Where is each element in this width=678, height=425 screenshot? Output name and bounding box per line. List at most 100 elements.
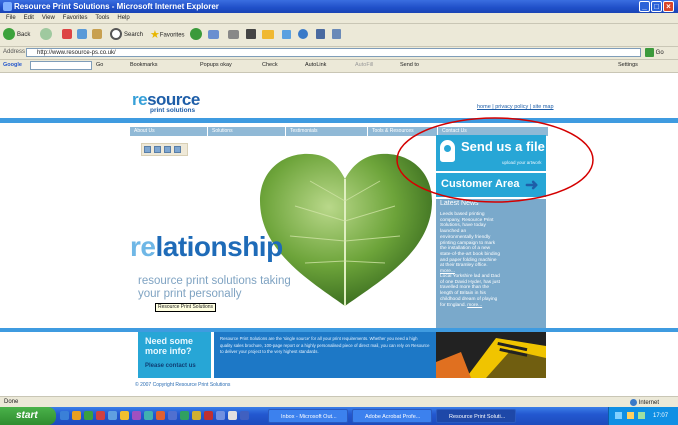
status-zone: Internet bbox=[630, 399, 659, 406]
print-icon[interactable] bbox=[154, 146, 161, 153]
google-settings[interactable]: Settings bbox=[618, 62, 638, 68]
quicklaunch-icon[interactable] bbox=[72, 411, 81, 420]
home-button[interactable] bbox=[92, 28, 104, 42]
quicklaunch-icon[interactable] bbox=[120, 411, 129, 420]
quicklaunch-icon[interactable] bbox=[180, 411, 189, 420]
google-popups[interactable]: Popups okay bbox=[200, 62, 232, 68]
quicklaunch-icon[interactable] bbox=[84, 411, 93, 420]
discuss-button[interactable] bbox=[262, 28, 276, 42]
forward-arrow-icon bbox=[40, 28, 52, 41]
bookmark-icon[interactable] bbox=[174, 146, 181, 153]
save-icon[interactable] bbox=[144, 146, 151, 153]
minimize-button[interactable]: _ bbox=[639, 1, 650, 12]
taskbar-button-acrobat[interactable]: Adobe Acrobat Profe... bbox=[352, 409, 432, 423]
quicklaunch-icon[interactable] bbox=[228, 411, 237, 420]
tooltip: Resource Print Solutions bbox=[155, 303, 217, 312]
taskbar-button-outlook[interactable]: Inbox - Microsoft Out... bbox=[268, 409, 348, 423]
maximize-button[interactable]: □ bbox=[651, 1, 662, 12]
clock: 17:07 bbox=[653, 413, 669, 419]
need-info-heading: Need some more info? bbox=[145, 336, 194, 356]
google-check[interactable]: Check bbox=[262, 62, 278, 68]
address-input[interactable]: http://www.resource-ps.co.uk/ bbox=[26, 48, 641, 57]
menu-favorites[interactable]: Favorites bbox=[63, 13, 88, 23]
messenger-icon bbox=[282, 29, 291, 39]
quicklaunch-icon[interactable] bbox=[216, 411, 225, 420]
google-search-input[interactable] bbox=[30, 61, 92, 70]
start-button[interactable]: start bbox=[0, 407, 56, 425]
page-tools bbox=[141, 143, 188, 156]
news-item-1: Leeds based printing company, Resource P… bbox=[440, 212, 500, 275]
toolbar-extra-button[interactable] bbox=[316, 28, 327, 42]
forward-button[interactable] bbox=[40, 28, 54, 42]
menu-help[interactable]: Help bbox=[117, 13, 129, 23]
quicklaunch-icon[interactable] bbox=[108, 411, 117, 420]
favorites-button[interactable]: ★Favorites bbox=[150, 28, 185, 42]
contact-us-link[interactable]: Please contact us bbox=[145, 363, 196, 369]
quicklaunch-icon[interactable] bbox=[240, 411, 249, 420]
history-icon bbox=[190, 28, 202, 41]
search-button[interactable]: Search bbox=[110, 28, 143, 42]
quicklaunch-icon[interactable] bbox=[144, 411, 153, 420]
back-arrow-icon bbox=[3, 28, 15, 41]
quicklaunch-icon[interactable] bbox=[132, 411, 141, 420]
quicklaunch-icon[interactable] bbox=[204, 411, 213, 420]
google-toolbar: Google Go Bookmarks Popups okay Check Au… bbox=[0, 60, 678, 73]
home-icon bbox=[92, 29, 102, 40]
system-tray: 17:07 bbox=[608, 407, 678, 425]
tray-icon[interactable] bbox=[626, 411, 634, 419]
go-button[interactable]: Go bbox=[645, 48, 664, 58]
quicklaunch-icon[interactable] bbox=[168, 411, 177, 420]
copyright: © 2007 Copyright Resource Print Solution… bbox=[135, 382, 231, 388]
star-icon: ★ bbox=[150, 29, 160, 41]
top-links[interactable]: home | privacy policy | site map bbox=[477, 104, 554, 110]
quicklaunch-icon[interactable] bbox=[60, 411, 69, 420]
status-text: Done bbox=[4, 399, 19, 405]
quicklaunch-icon[interactable] bbox=[192, 411, 201, 420]
stop-button[interactable] bbox=[62, 28, 74, 42]
google-sendto[interactable]: Send to bbox=[400, 62, 419, 68]
menu-view[interactable]: View bbox=[42, 13, 55, 23]
nav-solutions[interactable]: Solutions bbox=[208, 127, 286, 136]
standard-toolbar: Back Search ★Favorites bbox=[0, 24, 678, 47]
printer-icon bbox=[228, 29, 239, 39]
menu-bar: File Edit View Favorites Tools Help bbox=[0, 13, 678, 24]
stop-icon bbox=[62, 29, 72, 40]
refresh-button[interactable] bbox=[77, 28, 89, 42]
tray-icon[interactable] bbox=[638, 411, 646, 419]
back-button[interactable]: Back bbox=[3, 28, 30, 42]
need-info-box: Need some more info? Please contact us bbox=[138, 332, 211, 378]
menu-tools[interactable]: Tools bbox=[95, 13, 109, 23]
address-bar: Address http://www.resource-ps.co.uk/ Go bbox=[0, 47, 678, 60]
news-more-link[interactable]: more... bbox=[467, 303, 482, 308]
nav-about-us[interactable]: About Us bbox=[130, 127, 208, 136]
taskbar: start Inbox - Microsoft Out... Adobe Acr… bbox=[0, 407, 678, 425]
research-button[interactable] bbox=[298, 28, 310, 42]
menu-edit[interactable]: Edit bbox=[24, 13, 34, 23]
google-autolink[interactable]: AutoLink bbox=[305, 62, 326, 68]
google-autofill[interactable]: AutoFill bbox=[355, 62, 373, 68]
tray-icon[interactable] bbox=[615, 411, 622, 419]
taskbar-button-browser[interactable]: Resource Print Soluti... bbox=[436, 409, 516, 423]
messenger-button[interactable] bbox=[282, 28, 293, 42]
edit-icon bbox=[246, 29, 256, 40]
toolbar-extra-button-2[interactable] bbox=[332, 28, 343, 42]
quicklaunch-icon[interactable] bbox=[96, 411, 105, 420]
menu-file[interactable]: File bbox=[6, 13, 16, 23]
mail-button[interactable] bbox=[208, 28, 221, 42]
folder-icon bbox=[262, 29, 274, 39]
toolbar-extra-icon bbox=[316, 29, 325, 40]
quicklaunch-icon[interactable] bbox=[156, 411, 165, 420]
close-button[interactable]: × bbox=[663, 1, 674, 12]
go-arrow-icon bbox=[645, 48, 654, 57]
google-bookmarks[interactable]: Bookmarks bbox=[130, 62, 158, 68]
nav-testimonials[interactable]: Testimonials bbox=[286, 127, 368, 136]
mail-icon bbox=[208, 29, 219, 39]
email-icon[interactable] bbox=[164, 146, 171, 153]
history-button[interactable] bbox=[190, 28, 204, 42]
edit-button[interactable] bbox=[246, 28, 258, 42]
globe-icon bbox=[630, 399, 637, 406]
annotation-ellipse bbox=[396, 117, 594, 203]
print-button[interactable] bbox=[228, 28, 241, 42]
google-go-button[interactable]: Go bbox=[96, 62, 103, 68]
tagline-line-1: resource print solutions taking bbox=[138, 275, 291, 287]
